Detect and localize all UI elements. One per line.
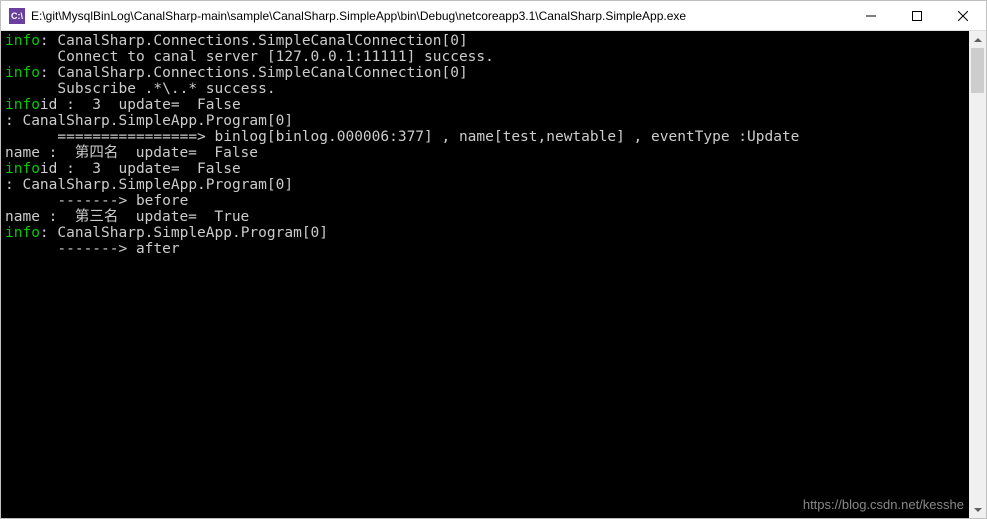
console-line: info: CanalSharp.Connections.SimpleCanal… [5, 65, 969, 81]
maximize-button[interactable] [894, 1, 940, 31]
log-text: id : 3 update= False [40, 161, 241, 177]
console-line: -------> before [5, 193, 969, 209]
console-line: info: CanalSharp.SimpleApp.Program[0] [5, 225, 969, 241]
console-line: Subscribe .*\..* success. [5, 81, 969, 97]
log-level-tag: info [5, 161, 40, 177]
scroll-up-arrow-icon[interactable] [969, 31, 986, 48]
console-line: -------> after [5, 241, 969, 257]
log-text: name : 第三名 update= True [5, 209, 249, 225]
console-line: : CanalSharp.SimpleApp.Program[0] [5, 177, 969, 193]
log-text: : CanalSharp.SimpleApp.Program[0] [5, 113, 293, 129]
log-level-tag: info [5, 33, 40, 49]
log-text: id : 3 update= False [40, 97, 241, 113]
titlebar: C:\ E:\git\MysqlBinLog\CanalSharp-main\s… [1, 1, 986, 31]
console-line: infoid : 3 update= False [5, 161, 969, 177]
log-text: : CanalSharp.Connections.SimpleCanalConn… [40, 33, 468, 49]
log-text: Connect to canal server [127.0.0.1:11111… [5, 49, 494, 65]
console-area[interactable]: info: CanalSharp.Connections.SimpleCanal… [1, 31, 986, 518]
console-output: info: CanalSharp.Connections.SimpleCanal… [1, 31, 969, 518]
scrollbar-thumb[interactable] [971, 48, 984, 93]
log-text: : CanalSharp.Connections.SimpleCanalConn… [40, 65, 468, 81]
window-title: E:\git\MysqlBinLog\CanalSharp-main\sampl… [31, 9, 848, 23]
console-line: info: CanalSharp.Connections.SimpleCanal… [5, 33, 969, 49]
log-text: : CanalSharp.SimpleApp.Program[0] [40, 225, 328, 241]
console-line: infoid : 3 update= False [5, 97, 969, 113]
window-controls [848, 1, 986, 30]
close-button[interactable] [940, 1, 986, 31]
log-text: Subscribe .*\..* success. [5, 81, 276, 97]
console-line: : CanalSharp.SimpleApp.Program[0] [5, 113, 969, 129]
console-line: name : 第四名 update= False [5, 145, 969, 161]
log-level-tag: info [5, 65, 40, 81]
log-level-tag: info [5, 97, 40, 113]
app-icon: C:\ [9, 8, 25, 24]
log-text: ================> binlog[binlog.000006:3… [5, 129, 799, 145]
console-line: name : 第三名 update= True [5, 209, 969, 225]
log-text: -------> after [5, 241, 180, 257]
minimize-button[interactable] [848, 1, 894, 31]
log-level-tag: info [5, 225, 40, 241]
scrollbar-track[interactable] [969, 48, 986, 501]
vertical-scrollbar[interactable] [969, 31, 986, 518]
console-line: Connect to canal server [127.0.0.1:11111… [5, 49, 969, 65]
console-line: ================> binlog[binlog.000006:3… [5, 129, 969, 145]
log-text: name : 第四名 update= False [5, 145, 258, 161]
log-text: : CanalSharp.SimpleApp.Program[0] [5, 177, 293, 193]
scroll-down-arrow-icon[interactable] [969, 501, 986, 518]
log-text: -------> before [5, 193, 188, 209]
watermark-text: https://blog.csdn.net/kesshe [803, 497, 964, 512]
